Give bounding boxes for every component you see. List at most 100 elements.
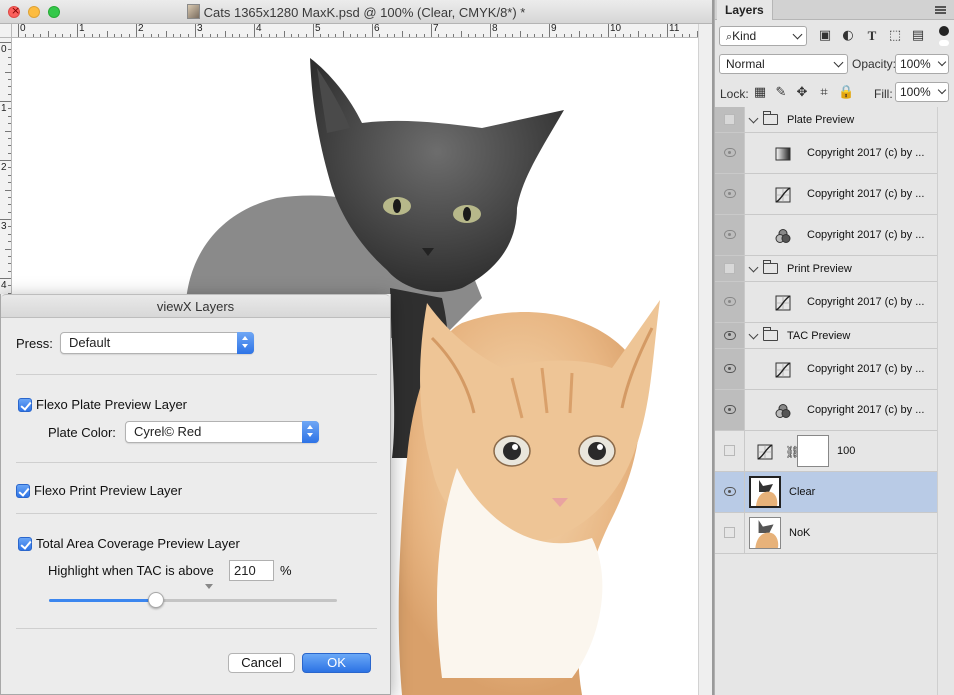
ruler-minor-tick (165, 31, 167, 37)
visibility-toggle[interactable] (715, 107, 745, 132)
ruler-minor-tick (593, 34, 595, 37)
ruler-minor-tick (8, 86, 11, 88)
ruler-origin[interactable] (0, 24, 12, 38)
gradient-fill-icon (775, 147, 791, 161)
visibility-toggle[interactable] (715, 349, 745, 389)
filter-adjustment-icon[interactable]: ◐ (840, 28, 856, 44)
layer-group-tac-preview[interactable]: TAC Preview (715, 323, 937, 349)
visibility-toggle[interactable] (715, 133, 745, 173)
visibility-toggle[interactable] (715, 431, 745, 471)
chevron-down-icon[interactable] (748, 262, 759, 273)
ruler-minor-tick (408, 34, 410, 37)
ruler-minor-tick (276, 34, 278, 37)
tac-slider[interactable] (49, 592, 337, 608)
layer-row[interactable]: Copyright 2017 (c) by ... (715, 349, 937, 390)
ruler-minor-tick (8, 211, 11, 213)
lock-image-pixels-icon[interactable]: ✎ (773, 85, 789, 101)
ruler-label: 0 (1, 44, 7, 55)
ruler-label: 11 (669, 24, 680, 34)
ruler-minor-tick (8, 255, 11, 257)
ruler-minor-tick (497, 34, 499, 37)
filter-toggle-icon[interactable] (939, 26, 949, 36)
opacity-field[interactable]: 100% (895, 54, 949, 74)
layer-row[interactable]: Copyright 2017 (c) by ... (715, 215, 937, 256)
panel-menu-icon[interactable] (935, 6, 946, 14)
visibility-off-icon (724, 113, 735, 125)
lock-position-icon[interactable]: ✥ (794, 85, 810, 101)
layer-thumbnail (749, 517, 781, 549)
layer-row[interactable]: NoK (715, 513, 937, 554)
lock-label: Lock: (720, 87, 749, 101)
visibility-toggle[interactable] (715, 215, 745, 255)
ruler-minor-tick (202, 34, 204, 37)
layer-row[interactable]: Copyright 2017 (c) by ... (715, 133, 937, 174)
lock-transparent-pixels-icon[interactable]: ▦ (752, 85, 768, 101)
tab-layers[interactable]: Layers (717, 0, 773, 20)
filter-pixel-icon[interactable]: ▣ (817, 28, 833, 44)
fill-field[interactable]: 100% (895, 82, 949, 102)
chevron-down-icon[interactable] (748, 329, 759, 340)
press-select[interactable]: Default (60, 332, 254, 354)
tac-preview-checkbox[interactable] (18, 537, 32, 551)
visibility-toggle[interactable] (715, 282, 745, 322)
plate-color-select[interactable]: Cyrel© Red (125, 421, 319, 443)
channel-mixer-icon (775, 229, 791, 243)
layer-name: Print Preview (787, 263, 852, 275)
folder-icon (763, 260, 778, 274)
ruler-minor-tick (54, 34, 56, 37)
ruler-minor-tick (224, 31, 226, 37)
ruler-minor-tick (534, 34, 536, 37)
filter-smart-object-icon[interactable]: ▤ (910, 28, 926, 44)
ruler-minor-tick (91, 34, 93, 37)
plate-preview-checkbox[interactable] (18, 398, 32, 412)
layer-list: Plate Preview Copyright 2017 (c) by ... … (715, 107, 937, 554)
ruler-minor-tick (8, 233, 11, 235)
visibility-toggle[interactable] (715, 472, 745, 512)
horizontal-ruler[interactable]: 0 1 2 3 4 5 6 7 8 9 10 11 (12, 24, 698, 38)
ruler-minor-tick (571, 34, 573, 37)
artboard-lock-icon[interactable]: ⌗ (816, 85, 832, 101)
tac-slider-thumb[interactable] (147, 592, 164, 608)
curves-icon (757, 444, 773, 460)
ruler-minor-tick (187, 34, 189, 37)
chevron-down-icon[interactable] (748, 113, 759, 124)
lock-all-icon[interactable]: 🔒 (838, 85, 854, 101)
ruler-minor-tick (40, 34, 42, 37)
layers-scrollbar[interactable] (937, 107, 954, 695)
visibility-toggle[interactable] (715, 513, 745, 553)
visibility-toggle[interactable] (715, 323, 745, 348)
blend-mode-select[interactable]: Normal (719, 54, 848, 74)
visibility-toggle[interactable] (715, 174, 745, 214)
layer-group-print-preview[interactable]: Print Preview (715, 256, 937, 282)
ruler-minor-tick (475, 34, 477, 37)
visibility-toggle[interactable] (715, 256, 745, 281)
layer-mask-thumbnail[interactable] (797, 435, 829, 467)
divider (16, 374, 377, 375)
tac-threshold-input[interactable]: 210 (229, 560, 274, 581)
cancel-button[interactable]: Cancel (228, 653, 295, 673)
visibility-toggle[interactable] (715, 390, 745, 430)
ruler-minor-tick (578, 31, 580, 37)
ruler-major-tick (313, 24, 314, 37)
layer-row[interactable]: Copyright 2017 (c) by ... (715, 174, 937, 215)
print-preview-checkbox[interactable] (16, 484, 30, 498)
ruler-major-tick (195, 24, 196, 37)
ruler-minor-tick (394, 34, 396, 37)
vertical-scrollbar[interactable] (698, 24, 712, 695)
ruler-minor-tick (563, 34, 565, 37)
ruler-minor-tick (8, 182, 11, 184)
layer-row[interactable]: Copyright 2017 (c) by ... (715, 282, 937, 323)
layer-group-plate-preview[interactable]: Plate Preview (715, 107, 937, 133)
layer-row-selected[interactable]: Clear (715, 472, 937, 513)
ok-button[interactable]: OK (302, 653, 371, 673)
filter-shape-icon[interactable]: ⬚ (887, 28, 903, 44)
ruler-minor-tick (246, 34, 248, 37)
filter-type-icon[interactable]: T (864, 28, 880, 44)
ruler-label: 10 (610, 24, 622, 34)
ruler-minor-tick (8, 64, 11, 66)
layer-row[interactable]: Copyright 2017 (c) by ... (715, 390, 937, 431)
ruler-minor-tick (268, 34, 270, 37)
layer-row[interactable]: ⛓ 100 (715, 431, 937, 472)
filter-kind-select[interactable]: ⌕Kind (719, 26, 807, 46)
ruler-major-tick (0, 219, 11, 220)
